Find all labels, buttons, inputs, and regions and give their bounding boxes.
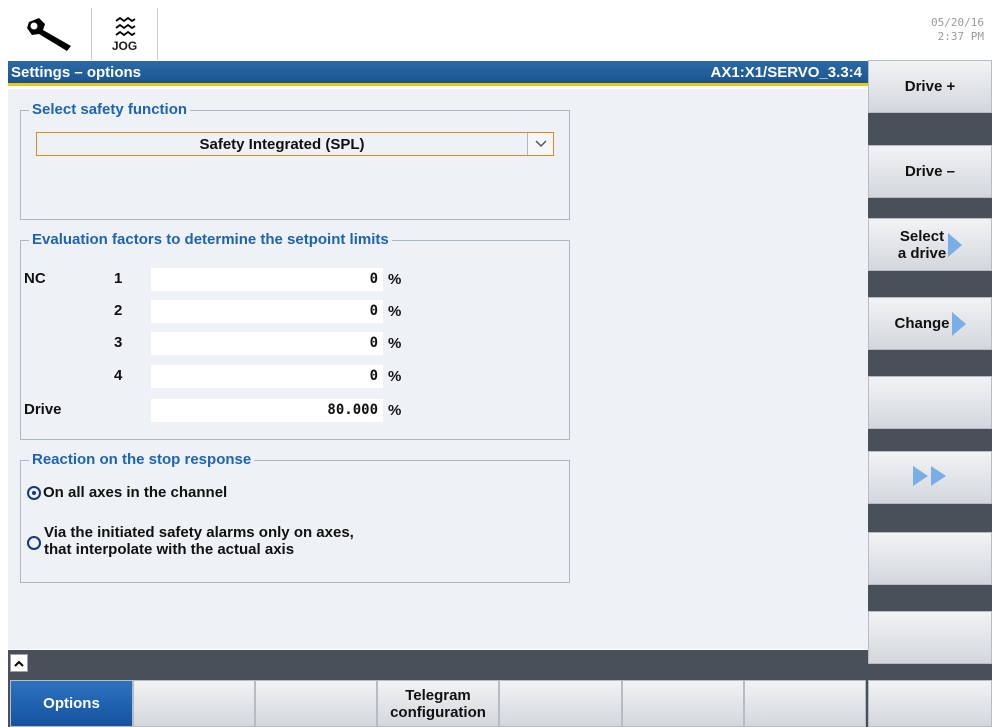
page-title: Settings – options — [11, 63, 142, 81]
vertical-softkey-8[interactable] — [868, 611, 992, 664]
row-number: 2 — [114, 302, 123, 319]
jog-mode-button[interactable]: JOG — [92, 8, 158, 60]
drive-label: Drive — [24, 401, 62, 418]
time-text: 2:37 PM — [937, 30, 984, 43]
submenu-arrow-icon — [948, 232, 963, 257]
row-number: 4 — [114, 367, 123, 384]
horizontal-softkey-6[interactable] — [622, 680, 744, 727]
header-bar: Settings – options AX1:X1/SERVO_3.3:4 — [8, 61, 868, 86]
horizontal-softkey-8[interactable] — [868, 680, 992, 727]
option-all-axes-label: On all axes in the channel — [43, 484, 228, 501]
unit-label: % — [388, 335, 402, 352]
horizontal-softkey-2[interactable] — [133, 680, 255, 727]
jog-wave-icon — [114, 16, 135, 37]
option-interpolating-line2: that interpolate with the actual axis — [44, 541, 295, 558]
row-number: 3 — [114, 334, 123, 351]
vertical-softkey-7[interactable] — [868, 532, 992, 585]
chevron-up-icon — [14, 660, 24, 667]
safety-function-dropdown[interactable]: Safety Integrated (SPL) — [36, 132, 554, 156]
softkey-gap — [868, 113, 992, 145]
date-text: 05/20/16 — [931, 16, 984, 29]
nc-factor-3-input[interactable]: 0 — [151, 332, 383, 355]
screen: JOG 05/20/16 2:37 PM Settings – options … — [0, 0, 992, 727]
scroll-up-button[interactable] — [10, 654, 28, 672]
telegram-configuration-label: Telegram configuration — [390, 687, 486, 721]
axis-name: AX1:X1/SERVO_3.3:4 — [710, 63, 862, 81]
wrench-icon — [26, 18, 71, 51]
select-drive-line1: Select — [899, 227, 945, 245]
telegram-line1: Telegram — [405, 686, 471, 704]
softkey-gap — [868, 429, 992, 451]
status-strip — [8, 650, 868, 676]
select-drive-label: Select a drive — [898, 228, 946, 262]
telegram-configuration-button[interactable]: Telegram configuration — [377, 680, 499, 727]
date-time: 05/20/16 2:37 PM — [931, 16, 984, 44]
row-number: 1 — [114, 270, 123, 287]
group-title: Evaluation factors to determine the setp… — [29, 231, 392, 249]
radio-all-axes[interactable] — [27, 486, 41, 500]
double-forward-icon — [911, 464, 949, 492]
softkey-gap — [868, 504, 992, 532]
horizontal-softkey-5[interactable] — [499, 680, 622, 727]
main-panel: Select safety function Safety Integrated… — [8, 89, 868, 649]
horizontal-softkey-3[interactable] — [255, 680, 377, 727]
group-title: Select safety function — [29, 101, 191, 119]
options-button[interactable]: Options — [10, 680, 133, 727]
group-title: Reaction on the stop response — [29, 451, 255, 469]
unit-label: % — [388, 402, 402, 419]
softkey-gap — [868, 350, 992, 376]
select-safety-function-group: Select safety function — [20, 101, 570, 220]
softkey-gap — [868, 664, 992, 676]
more-softkeys-button[interactable] — [868, 451, 992, 504]
unit-label: % — [388, 271, 402, 288]
select-drive-line2: a drive — [897, 244, 947, 262]
drive-plus-label: Drive + — [904, 78, 956, 95]
options-label: Options — [43, 695, 100, 712]
drive-minus-label: Drive – — [904, 163, 956, 180]
nc-factor-1-input[interactable]: 0 — [151, 268, 383, 291]
unit-label: % — [388, 303, 402, 320]
drive-minus-button[interactable]: Drive – — [868, 145, 992, 198]
horizontal-softkey-7[interactable] — [744, 680, 866, 727]
softkey-gap — [868, 198, 992, 218]
nc-factor-4-input[interactable]: 0 — [151, 365, 383, 388]
option-interpolating-line1: Via the initiated safety alarms only on … — [44, 524, 354, 541]
nc-label: NC — [24, 270, 46, 287]
chevron-down-icon[interactable] — [527, 133, 553, 155]
nc-factor-2-input[interactable]: 0 — [151, 300, 383, 323]
change-button[interactable]: Change — [868, 297, 992, 350]
dropdown-value: Safety Integrated (SPL) — [199, 135, 365, 153]
softkey-gap — [868, 271, 992, 297]
telegram-line2: configuration — [390, 703, 486, 721]
drive-factor-input[interactable]: 80.000 — [151, 399, 383, 422]
machine-area-button[interactable] — [8, 8, 92, 60]
select-drive-button[interactable]: Select a drive — [868, 218, 992, 271]
softkey-gap — [868, 585, 992, 611]
jog-label: JOG — [111, 39, 138, 53]
drive-plus-button[interactable]: Drive + — [868, 60, 992, 113]
stop-response-group: Reaction on the stop response — [20, 451, 570, 583]
submenu-arrow-icon — [951, 311, 966, 336]
unit-label: % — [388, 368, 402, 385]
vertical-softkey-5[interactable] — [868, 376, 992, 429]
change-label: Change — [894, 315, 950, 332]
radio-interpolating-axes[interactable] — [27, 536, 41, 550]
top-bar: JOG 05/20/16 2:37 PM — [8, 8, 992, 60]
